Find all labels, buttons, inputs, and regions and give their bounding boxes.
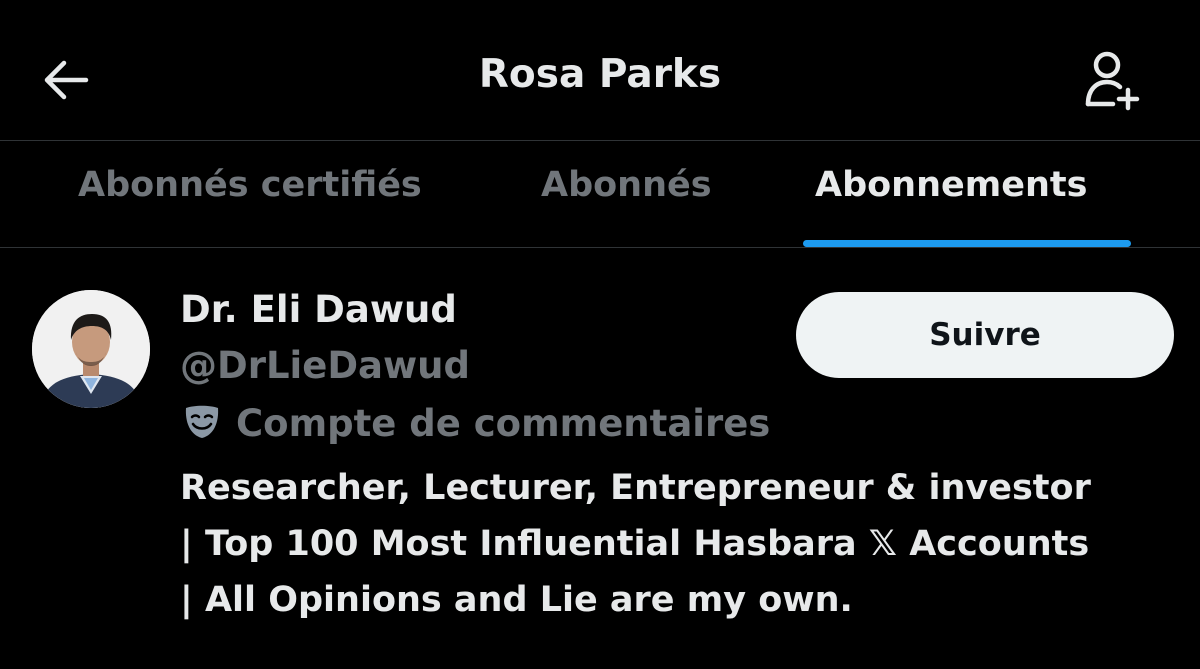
tab-following[interactable]: Abonnements bbox=[815, 165, 1087, 247]
user-handle[interactable]: @DrLieDawud bbox=[180, 344, 470, 387]
active-tab-indicator bbox=[803, 240, 1131, 247]
account-label-text: Compte de commentaires bbox=[236, 402, 771, 445]
user-bio: Researcher, Lecturer, Entrepreneur & inv… bbox=[180, 460, 1190, 628]
add-user-button[interactable] bbox=[1080, 46, 1146, 112]
profile-photo bbox=[32, 290, 150, 408]
theater-masks-icon bbox=[185, 405, 219, 438]
top-bar: Rosa Parks bbox=[0, 0, 1200, 141]
avatar[interactable] bbox=[32, 290, 150, 408]
tab-followers[interactable]: Abonnés bbox=[541, 165, 712, 247]
display-name[interactable]: Dr. Eli Dawud bbox=[180, 288, 457, 331]
bio-line: Researcher, Lecturer, Entrepreneur & inv… bbox=[180, 468, 1091, 508]
user-list-item[interactable]: Dr. Eli Dawud @DrLieDawud Compte de comm… bbox=[0, 248, 1200, 669]
page-title: Rosa Parks bbox=[478, 52, 722, 97]
tab-bar: Abonnés certifiés Abonnés Abonnements bbox=[0, 141, 1200, 248]
bio-line: | All Opinions and Lie are my own. bbox=[180, 580, 853, 620]
person-plus-icon bbox=[1085, 51, 1140, 111]
follow-button[interactable]: Suivre bbox=[796, 292, 1174, 378]
tab-verified-followers[interactable]: Abonnés certifiés bbox=[78, 165, 422, 247]
bio-line: | Top 100 Most Influential Hasbara 𝕏 Acc… bbox=[180, 524, 1090, 564]
